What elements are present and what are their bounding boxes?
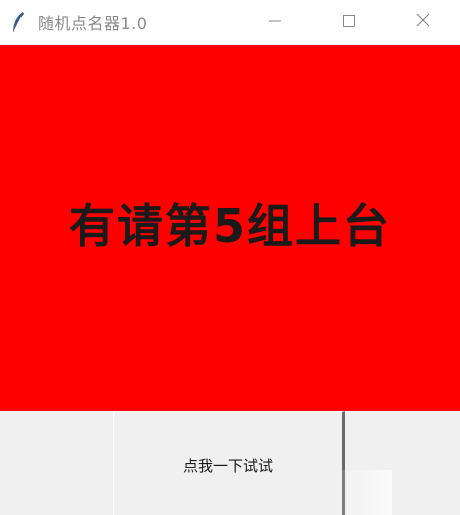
try-me-button-label: 点我一下试试 [182, 457, 273, 475]
bottom-shade [332, 470, 392, 515]
title-bar: 随机点名器1.0 [0, 0, 460, 44]
window-title: 随机点名器1.0 [38, 14, 148, 33]
window-controls [238, 0, 460, 44]
result-text: 有请第5组上台 [68, 199, 391, 253]
result-banner: 有请第5组上台 [0, 45, 460, 411]
close-button[interactable] [386, 0, 460, 44]
close-icon [415, 12, 431, 32]
feather-icon [10, 11, 26, 33]
minimize-button[interactable] [238, 0, 312, 44]
maximize-icon [342, 13, 356, 32]
minimize-icon [268, 13, 282, 32]
try-me-button[interactable]: 点我一下试试 [113, 411, 345, 515]
maximize-button[interactable] [312, 0, 386, 44]
app-window: 随机点名器1.0 有请第5组上台 点我一下试试 [0, 0, 460, 515]
